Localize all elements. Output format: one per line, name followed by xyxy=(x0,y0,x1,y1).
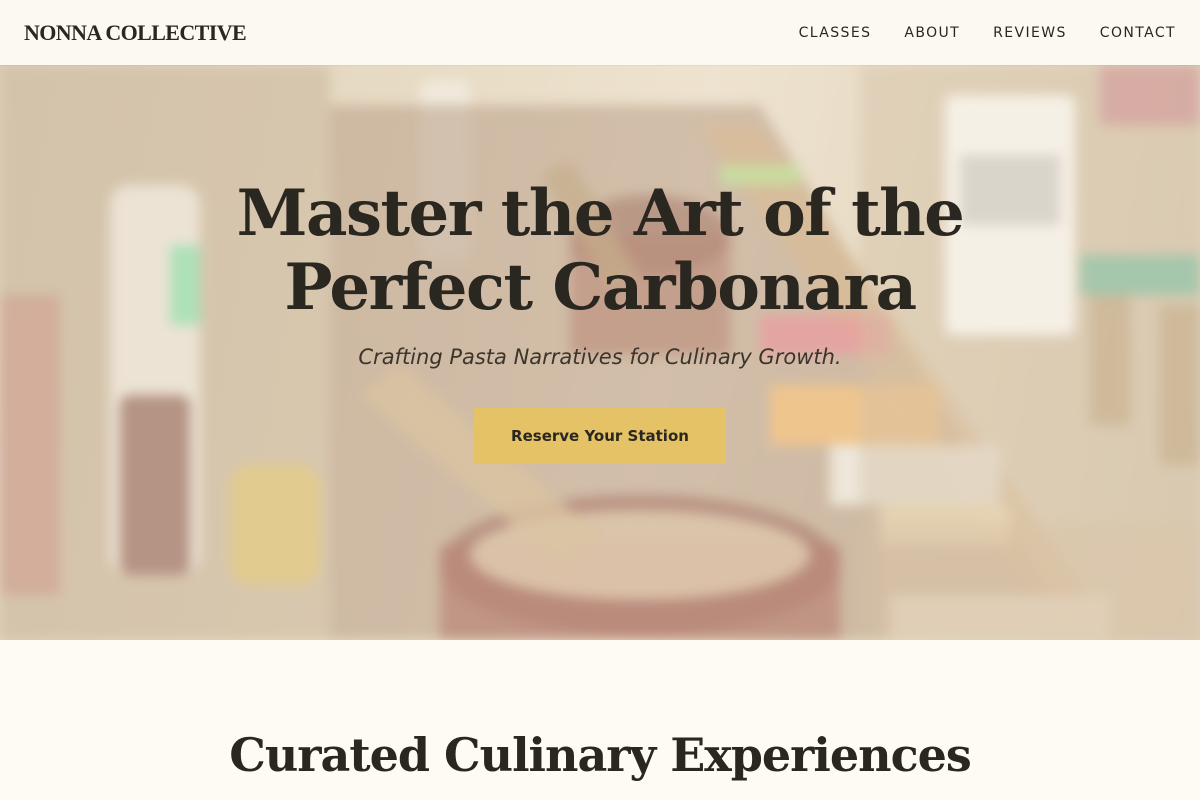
site-logo[interactable]: NONNA COLLECTIVE xyxy=(24,20,247,46)
reserve-station-button[interactable]: Reserve Your Station xyxy=(474,408,726,464)
hero-subtitle: Crafting Pasta Narratives for Culinary G… xyxy=(358,345,842,369)
nav-link-contact[interactable]: CONTACT xyxy=(1100,25,1176,41)
nav-link-about[interactable]: ABOUT xyxy=(904,25,960,41)
main-nav: CLASSES ABOUT REVIEWS CONTACT xyxy=(799,25,1176,41)
hero-section: Master the Art of the Perfect Carbonara … xyxy=(0,65,1200,640)
nav-link-classes[interactable]: CLASSES xyxy=(799,25,872,41)
hero-title: Master the Art of the Perfect Carbonara xyxy=(236,176,965,325)
site-header: NONNA COLLECTIVE CLASSES ABOUT REVIEWS C… xyxy=(0,0,1200,65)
hero-content: Master the Art of the Perfect Carbonara … xyxy=(0,65,1200,640)
nav-link-reviews[interactable]: REVIEWS xyxy=(993,25,1067,41)
section-title: Curated Culinary Experiences xyxy=(229,728,972,782)
